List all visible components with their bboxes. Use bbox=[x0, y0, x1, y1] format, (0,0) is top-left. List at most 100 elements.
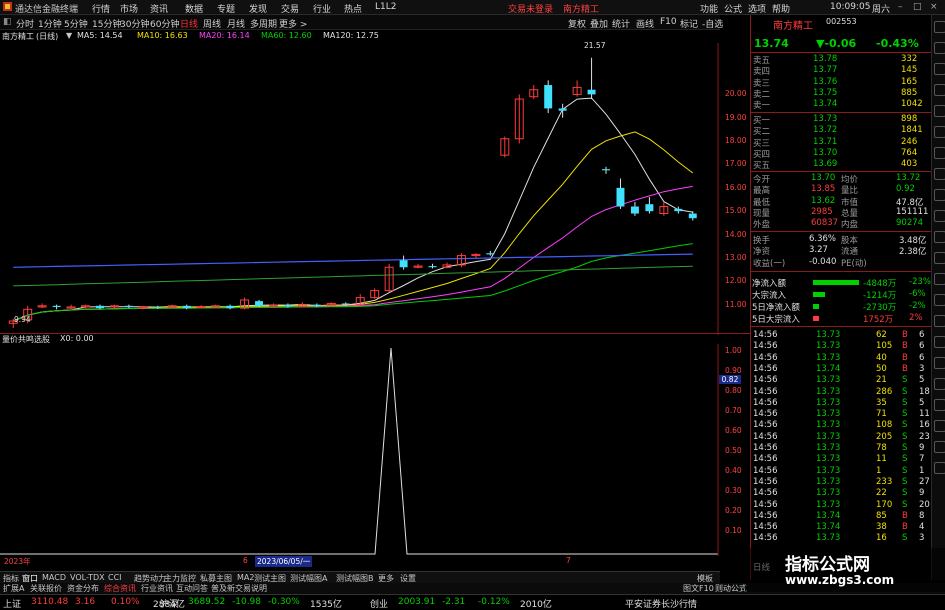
info-tab-0[interactable]: 扩展A bbox=[3, 583, 24, 594]
menu-formula[interactable]: 公式 bbox=[724, 2, 742, 15]
side-tool-icon[interactable] bbox=[934, 84, 945, 96]
candlestick-chart[interactable] bbox=[0, 43, 720, 335]
indicator-tab-8[interactable]: MA2 bbox=[237, 573, 254, 582]
side-tool-icon[interactable] bbox=[934, 189, 945, 201]
info-tab-2[interactable]: 资金分布 bbox=[67, 583, 99, 594]
side-tool-icon[interactable] bbox=[934, 42, 945, 54]
index-name[interactable]: 沪深 bbox=[160, 597, 178, 610]
close-icon[interactable]: × bbox=[930, 2, 938, 12]
price-tick: 12.00 bbox=[725, 276, 747, 286]
menu-discover[interactable]: 发现 bbox=[249, 2, 267, 15]
side-tool-icon[interactable] bbox=[934, 147, 945, 159]
info-tab-3[interactable]: 综合资讯 bbox=[104, 583, 136, 594]
menu-hot[interactable]: 热点 bbox=[344, 2, 362, 15]
ask-volume: 165 bbox=[901, 76, 918, 87]
chart-layout-icon[interactable]: ◧ bbox=[3, 17, 12, 27]
toolbar-btn-6[interactable]: -自选 bbox=[702, 17, 723, 30]
info-tab-4[interactable]: 行业资讯 bbox=[141, 583, 173, 594]
tick-count: 9 bbox=[919, 443, 925, 453]
side-tool-icon[interactable] bbox=[934, 21, 945, 33]
candle bbox=[37, 303, 47, 309]
menu-topics[interactable]: 专题 bbox=[217, 2, 235, 15]
period-tab-8[interactable]: 月线 bbox=[227, 17, 245, 30]
side-tool-icon[interactable] bbox=[934, 378, 945, 390]
sub-tick: 1.00 bbox=[725, 346, 742, 355]
period-tab-10[interactable]: 更多 > bbox=[279, 17, 307, 30]
menu-options[interactable]: 选项 bbox=[748, 2, 766, 15]
bid-row: 买三 13.71 246 bbox=[751, 137, 931, 149]
maximize-icon[interactable]: □ bbox=[913, 2, 922, 12]
side-tool-icon[interactable] bbox=[934, 441, 945, 453]
info-tab-5[interactable]: 互动问答 bbox=[176, 583, 208, 594]
side-tool-icon[interactable] bbox=[934, 399, 945, 411]
side-tool-icon[interactable] bbox=[934, 315, 945, 327]
quote-stock-name[interactable]: 南方精工 bbox=[773, 17, 813, 32]
side-tool-icon[interactable] bbox=[934, 294, 945, 306]
toolbar-btn-0[interactable]: 复权 bbox=[568, 17, 586, 30]
side-tool-icon[interactable] bbox=[934, 168, 945, 180]
menu-function[interactable]: 功能 bbox=[700, 2, 718, 15]
side-tool-icon[interactable] bbox=[934, 462, 945, 474]
info-tab-6[interactable]: 普及新交易说明 bbox=[211, 583, 267, 594]
period-tab-9[interactable]: 多周期 bbox=[250, 17, 277, 30]
date-axis-mark-7: 7 bbox=[566, 556, 571, 565]
info-right-tab-1[interactable]: 则动公式 bbox=[715, 583, 747, 594]
side-tool-icon[interactable] bbox=[934, 210, 945, 222]
stat-label: 收益(一) bbox=[753, 258, 786, 269]
ask-volume: 332 bbox=[901, 54, 918, 64]
indicator-tab-2[interactable]: MACD bbox=[42, 573, 66, 582]
menu-trade[interactable]: 交易 bbox=[281, 2, 299, 15]
menu-l1l2[interactable]: L1L2 bbox=[375, 2, 396, 12]
period-tab-2[interactable]: 5分钟 bbox=[64, 17, 88, 30]
flow-value: 1752万 bbox=[863, 315, 894, 325]
price-tick: 17.00 bbox=[725, 159, 747, 169]
side-tool-icon[interactable] bbox=[934, 63, 945, 75]
menu-industry[interactable]: 行业 bbox=[313, 2, 331, 15]
toolbar-btn-4[interactable]: F10 bbox=[660, 17, 677, 27]
toolbar-btn-2[interactable]: 统计 bbox=[612, 17, 630, 30]
sub-tick: 0.70 bbox=[725, 406, 742, 415]
toolbar-btn-5[interactable]: 标记 bbox=[680, 17, 698, 30]
ma-menu-icon[interactable]: ▼ bbox=[66, 31, 72, 40]
side-tool-icon[interactable] bbox=[934, 231, 945, 243]
period-tab-4[interactable]: 30分钟 bbox=[120, 17, 149, 30]
trade-login-link[interactable]: 交易未登录 bbox=[508, 2, 553, 15]
stock-name-link[interactable]: 南方精工 bbox=[563, 2, 599, 15]
menu-data[interactable]: 数据 bbox=[185, 2, 203, 15]
period-tab-5[interactable]: 60分钟 bbox=[150, 17, 179, 30]
menu-help[interactable]: 帮助 bbox=[772, 2, 790, 15]
period-tab-1[interactable]: 1分钟 bbox=[38, 17, 62, 30]
side-tool-icon[interactable] bbox=[934, 336, 945, 348]
low-price-label: 9.94 bbox=[14, 315, 31, 324]
toolbar-btn-3[interactable]: 画线 bbox=[636, 17, 654, 30]
tick-price: 13.73 bbox=[816, 330, 841, 340]
tick-row: 14:56 13.73 16 S 3 bbox=[751, 533, 931, 544]
period-tab-7[interactable]: 周线 bbox=[203, 17, 221, 30]
period-tab-3[interactable]: 15分钟 bbox=[92, 17, 121, 30]
index-name[interactable]: 上证 bbox=[3, 597, 21, 610]
period-tab-6[interactable]: 日线 bbox=[180, 17, 198, 30]
side-tool-icon[interactable] bbox=[934, 420, 945, 432]
side-tool-icon[interactable] bbox=[934, 126, 945, 138]
info-tab-1[interactable]: 关联报价 bbox=[30, 583, 62, 594]
side-tool-icon[interactable] bbox=[934, 252, 945, 264]
tick-count: 6 bbox=[919, 352, 925, 363]
tick-row: 14:56 13.73 286 S 18 bbox=[751, 387, 931, 398]
side-tool-icon[interactable] bbox=[934, 357, 945, 369]
menu-news[interactable]: 资讯 bbox=[150, 2, 168, 15]
sub-indicator-chart[interactable] bbox=[0, 344, 720, 556]
quote-price-row: 13.74 ▼-0.06 -0.43% bbox=[751, 37, 931, 50]
indicator-tab-4[interactable]: CCI bbox=[108, 573, 122, 582]
index-name[interactable]: 创业 bbox=[370, 597, 388, 610]
info-right-tab-0[interactable]: 图文F10 bbox=[683, 583, 714, 594]
minimize-icon[interactable]: – bbox=[898, 2, 903, 12]
side-tool-icon[interactable] bbox=[934, 273, 945, 285]
menu-market[interactable]: 市场 bbox=[120, 2, 138, 15]
flow-pct: -6% bbox=[909, 289, 926, 299]
menu-quotes[interactable]: 行情 bbox=[92, 2, 110, 15]
side-tool-icon[interactable] bbox=[934, 105, 945, 117]
indicator-tab-3[interactable]: VOL-TDX bbox=[70, 573, 105, 582]
toolbar-btn-1[interactable]: 叠加 bbox=[590, 17, 608, 30]
period-tab-0[interactable]: 分时 bbox=[16, 17, 34, 30]
stat-value: 13.72 bbox=[896, 173, 921, 183]
